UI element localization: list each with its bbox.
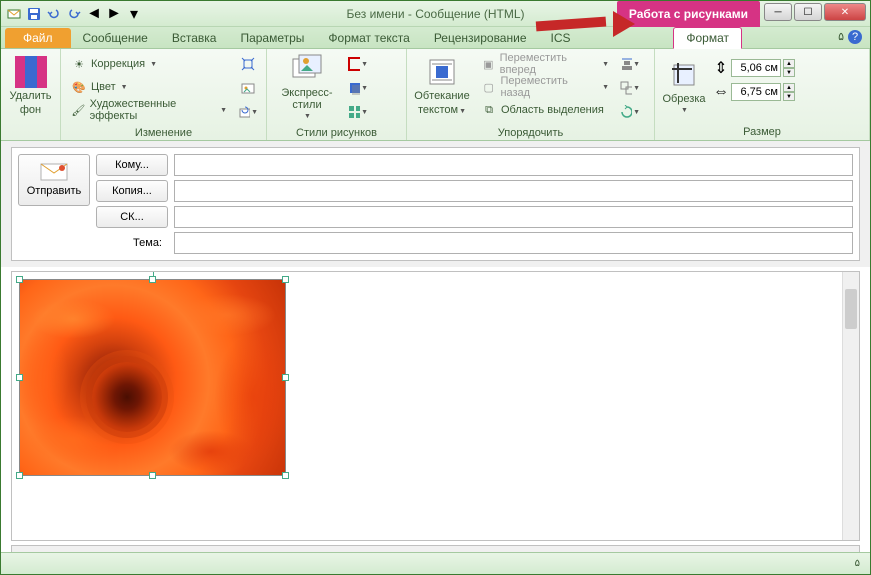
remove-bg-label1: Удалить: [10, 90, 52, 102]
minimize-ribbon-icon[interactable]: ۵: [838, 30, 844, 44]
remove-background-button[interactable]: Удалить фон: [5, 51, 56, 121]
ribbon-tabs: Файл Сообщение Вставка Параметры Формат …: [1, 27, 870, 49]
width-input[interactable]: [731, 83, 781, 101]
color-button[interactable]: 🎨Цвет▼: [67, 76, 231, 98]
expand-icon[interactable]: ۵: [855, 558, 860, 569]
group-icon[interactable]: ▼: [619, 77, 641, 99]
width-down[interactable]: ▼: [783, 92, 795, 101]
to-button[interactable]: Кому...: [96, 154, 168, 176]
context-tab-title: Работа с рисунками: [617, 1, 760, 27]
picture-border-icon[interactable]: ▼: [347, 53, 369, 75]
inserted-image[interactable]: [20, 280, 285, 475]
resize-handle-sw[interactable]: [16, 472, 23, 479]
statusbar: ۵: [1, 552, 870, 574]
height-input[interactable]: [731, 59, 781, 77]
subject-input[interactable]: [174, 232, 853, 254]
save-icon[interactable]: [25, 5, 43, 23]
next-icon[interactable]: ►: [105, 5, 123, 23]
app-window: ◄ ► ▾ Без имени - Сообщение (HTML) Работ…: [0, 0, 871, 575]
qat-customize-icon[interactable]: ▾: [125, 5, 143, 23]
redo-icon[interactable]: [65, 5, 83, 23]
align-icon[interactable]: ▼: [619, 53, 641, 75]
resize-handle-n[interactable]: [149, 276, 156, 283]
rotate-icon[interactable]: ▼: [619, 101, 641, 123]
cc-input[interactable]: [174, 180, 853, 202]
callout-arrow: [536, 13, 631, 37]
resize-handle-ne[interactable]: [282, 276, 289, 283]
minimize-button[interactable]: ─: [764, 3, 792, 21]
to-input[interactable]: [174, 154, 853, 176]
group-adjust-label: Изменение: [65, 125, 262, 141]
window-title: Без имени - Сообщение (HTML): [346, 7, 524, 21]
selection-pane-button[interactable]: ⧉Область выделения: [477, 99, 613, 121]
prev-icon[interactable]: ◄: [85, 5, 103, 23]
tab-insert[interactable]: Вставка: [160, 28, 229, 48]
send-button[interactable]: Отправить: [18, 154, 90, 206]
tab-format-text[interactable]: Формат текста: [316, 28, 421, 48]
bcc-input[interactable]: [174, 206, 853, 228]
change-picture-icon[interactable]: [237, 77, 259, 99]
resize-handle-e[interactable]: [282, 374, 289, 381]
envelope-icon: [40, 163, 68, 181]
flower-image: [20, 280, 285, 475]
message-body[interactable]: [11, 271, 860, 541]
compress-pictures-icon[interactable]: [237, 53, 259, 75]
tab-review[interactable]: Рецензирование: [422, 28, 539, 48]
tab-options[interactable]: Параметры: [228, 28, 316, 48]
subject-label: Тема:: [96, 237, 168, 249]
picture-layout-icon[interactable]: ▼: [347, 101, 369, 123]
picture-effects-icon[interactable]: ▼: [347, 77, 369, 99]
artistic-effects-button[interactable]: 🖌Художественные эффекты▼: [67, 99, 231, 121]
ribbon: Удалить фон ☀Коррекция▼ 🎨Цвет▼ 🖌Художест…: [1, 49, 870, 141]
crop-button[interactable]: Обрезка▼: [659, 51, 709, 121]
resize-handle-nw[interactable]: [16, 276, 23, 283]
window-controls: ─ ☐ ✕: [764, 3, 866, 21]
width-icon: ⇔: [713, 84, 729, 100]
resize-handle-w[interactable]: [16, 374, 23, 381]
express-styles-button[interactable]: Экспресс-стили▼: [271, 51, 343, 121]
remove-bg-label2: фон: [20, 104, 41, 116]
vertical-scrollbar[interactable]: [842, 272, 859, 540]
send-backward-button: ▢Переместить назад▼: [477, 76, 613, 98]
group-arrange-label: Упорядочить: [411, 125, 650, 141]
tab-file[interactable]: Файл: [5, 28, 71, 48]
quick-access-toolbar: ◄ ► ▾: [1, 5, 147, 23]
height-up[interactable]: ▲: [783, 59, 795, 68]
bcc-button[interactable]: СК...: [96, 206, 168, 228]
message-header-area: Отправить Кому... Копия... СК... Тема:: [1, 141, 870, 267]
titlebar: ◄ ► ▾ Без имени - Сообщение (HTML) Работ…: [1, 1, 870, 27]
group-size-label: Размер: [659, 124, 865, 140]
group-styles-label: Стили рисунков: [271, 125, 402, 141]
height-down[interactable]: ▼: [783, 68, 795, 77]
undo-icon[interactable]: [45, 5, 63, 23]
width-up[interactable]: ▲: [783, 83, 795, 92]
maximize-button[interactable]: ☐: [794, 3, 822, 21]
text-wrap-button[interactable]: Обтекание текстом▼: [411, 51, 473, 121]
corrections-button[interactable]: ☀Коррекция▼: [67, 53, 231, 75]
tab-message[interactable]: Сообщение: [71, 28, 160, 48]
close-button[interactable]: ✕: [824, 3, 866, 21]
width-spinner[interactable]: ⇔ ▲▼: [713, 83, 795, 101]
tab-format-picture[interactable]: Формат: [673, 27, 742, 49]
height-icon: ⇕: [713, 60, 729, 76]
resize-handle-se[interactable]: [282, 472, 289, 479]
height-spinner[interactable]: ⇕ ▲▼: [713, 59, 795, 77]
cc-button[interactable]: Копия...: [96, 180, 168, 202]
resize-handle-s[interactable]: [149, 472, 156, 479]
bring-forward-button: ▣Переместить вперед▼: [477, 53, 613, 75]
reset-picture-icon[interactable]: ▼: [237, 101, 259, 123]
app-icon[interactable]: [5, 5, 23, 23]
help-icon[interactable]: ?: [848, 30, 862, 44]
